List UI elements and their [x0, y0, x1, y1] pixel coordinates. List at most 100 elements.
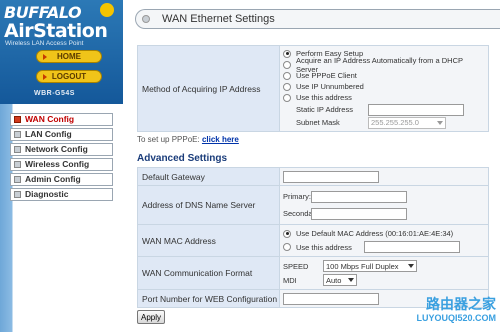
speed-value: 100 Mbps Full Duplex: [326, 261, 399, 271]
option-label: Use Default MAC Address (00:16:01:AE:4E:…: [296, 229, 454, 238]
sidebar-item-network-config[interactable]: Network Config: [10, 143, 113, 156]
sidebar-item-label: LAN Config: [25, 129, 72, 139]
comm-format-label: WAN Communication Format: [137, 256, 280, 290]
mdi-label: MDI: [283, 275, 297, 285]
pppoe-setup-link[interactable]: click here: [202, 135, 239, 144]
sidebar-item-label: Network Config: [25, 144, 88, 154]
menu-bullet-icon: [14, 161, 21, 168]
main-panel: WAN Ethernet Settings Method of Acquirin…: [123, 0, 500, 332]
option-label: Use this address: [296, 93, 352, 102]
chevron-down-icon: [408, 264, 414, 268]
speed-row: SPEED 100 Mbps Full Duplex: [283, 259, 485, 273]
option-dhcp[interactable]: Acquire an IP Address Automatically from…: [283, 56, 485, 74]
radio-ip-unnumbered[interactable]: [283, 82, 291, 91]
radio-custom-mac[interactable]: [283, 243, 291, 251]
web-port-input[interactable]: [283, 292, 379, 305]
speed-select[interactable]: 100 Mbps Full Duplex: [323, 260, 417, 272]
ip-method-label: Method of Acquiring IP Address: [137, 45, 280, 132]
pppoe-setup-line: To set up PPPoE: click here: [137, 135, 239, 144]
option-label: Use IP Unnumbered: [296, 82, 364, 91]
watermark-text: 路由器之家: [426, 297, 496, 313]
menu-bullet-icon: [14, 176, 21, 183]
arrow-right-icon: [43, 74, 47, 80]
product-name: AirStation: [4, 20, 108, 42]
mdi-row: MDI Auto: [283, 273, 485, 287]
dns-server-cell: Primary: Secondary:: [279, 185, 489, 225]
site-watermark: 路由器之家 LUYOUQI520.COM: [400, 298, 496, 328]
default-gateway-input[interactable]: [283, 170, 379, 183]
menu-bullet-icon: [14, 116, 21, 123]
subnet-mask-label: Subnet Mask: [296, 118, 340, 127]
sidebar-menu: WAN Config LAN Config Network Config Wir…: [10, 113, 113, 203]
sidebar-item-label: Wireless Config: [25, 159, 90, 169]
static-ip-input[interactable]: [368, 103, 464, 116]
chevron-down-icon: [437, 120, 443, 125]
logout-button[interactable]: LOGOUT: [36, 70, 102, 83]
logout-button-label: LOGOUT: [51, 72, 87, 81]
subnet-row: Subnet Mask 255.255.255.0: [283, 116, 485, 129]
sidebar-item-diagnostic[interactable]: Diagnostic: [10, 188, 113, 201]
buffalo-logo-icon: [100, 3, 114, 17]
custom-mac-input[interactable]: [364, 241, 460, 253]
wan-mac-default-option[interactable]: Use Default MAC Address (00:16:01:AE:4E:…: [283, 227, 485, 240]
static-ip-row: Static IP Address: [283, 103, 485, 116]
chevron-down-icon: [348, 278, 354, 282]
sidebar-item-wan-config[interactable]: WAN Config: [10, 113, 113, 126]
sidebar: BUFFALO AirStation Wireless LAN Access P…: [0, 0, 123, 332]
sidebar-item-label: WAN Config: [25, 114, 75, 124]
radio-pppoe[interactable]: [283, 71, 291, 80]
static-ip-label: Static IP Address: [296, 105, 353, 114]
menu-bullet-icon: [14, 131, 21, 138]
sidebar-item-lan-config[interactable]: LAN Config: [10, 128, 113, 141]
apply-button[interactable]: Apply: [137, 310, 165, 324]
option-ip-unnumbered[interactable]: Use IP Unnumbered: [283, 81, 485, 92]
arrow-right-icon: [43, 54, 47, 60]
subnet-mask-value: 255.255.255.0: [371, 118, 419, 127]
mdi-select[interactable]: Auto: [323, 274, 357, 286]
pppoe-setup-text: To set up PPPoE:: [137, 135, 200, 144]
title-tab: WAN Ethernet Settings: [135, 9, 500, 29]
subnet-mask-select[interactable]: 255.255.255.0: [368, 116, 446, 129]
dns-primary-row: Primary:: [283, 188, 485, 205]
comm-format-cell: SPEED 100 Mbps Full Duplex MDI Auto: [279, 256, 489, 290]
wan-mac-custom-option[interactable]: Use this address: [283, 240, 485, 254]
radio-dhcp[interactable]: [283, 60, 291, 69]
watermark-url: LUYOUQI520.COM: [416, 313, 496, 323]
menu-bullet-icon: [14, 191, 21, 198]
radio-static-address[interactable]: [283, 93, 291, 102]
home-button-label: HOME: [57, 52, 81, 61]
ip-method-table: Method of Acquiring IP Address Perform E…: [137, 45, 489, 132]
mdi-value: Auto: [326, 275, 342, 285]
advanced-settings-table: Default Gateway Address of DNS Name Serv…: [137, 167, 489, 308]
page-title: WAN Ethernet Settings: [162, 13, 275, 25]
ip-method-options: Perform Easy Setup Acquire an IP Address…: [279, 45, 489, 132]
advanced-settings-heading: Advanced Settings: [137, 153, 228, 164]
radio-default-mac[interactable]: [283, 229, 291, 238]
brand-header: BUFFALO AirStation Wireless LAN Access P…: [0, 0, 123, 104]
model-name: WBR-G54S: [34, 90, 75, 97]
product-tagline: Wireless LAN Access Point: [5, 40, 84, 47]
dns-primary-input[interactable]: [311, 190, 407, 203]
speed-label: SPEED: [283, 261, 309, 271]
default-gateway-cell: [279, 167, 489, 186]
dns-secondary-row: Secondary:: [283, 205, 485, 222]
web-port-label: Port Number for WEB Configuration: [137, 289, 280, 308]
sidebar-item-wireless-config[interactable]: Wireless Config: [10, 158, 113, 171]
option-label: Use this address: [296, 242, 352, 252]
radio-easy-setup[interactable]: [283, 49, 291, 58]
dns-secondary-input[interactable]: [311, 207, 407, 220]
sidebar-item-label: Admin Config: [25, 174, 81, 184]
home-button[interactable]: HOME: [36, 50, 102, 63]
option-static-address[interactable]: Use this address: [283, 92, 485, 103]
dns-server-label: Address of DNS Name Server: [137, 185, 280, 225]
dns-primary-label: Primary:: [283, 192, 311, 201]
option-label: Use PPPoE Client: [296, 71, 357, 80]
sidebar-item-label: Diagnostic: [25, 189, 69, 199]
wan-mac-cell: Use Default MAC Address (00:16:01:AE:4E:…: [279, 224, 489, 257]
sidebar-item-admin-config[interactable]: Admin Config: [10, 173, 113, 186]
default-gateway-label: Default Gateway: [137, 167, 280, 186]
tab-bullet-icon: [142, 15, 150, 23]
dns-secondary-label: Secondary:: [283, 209, 321, 218]
wan-mac-label: WAN MAC Address: [137, 224, 280, 257]
menu-bullet-icon: [14, 146, 21, 153]
